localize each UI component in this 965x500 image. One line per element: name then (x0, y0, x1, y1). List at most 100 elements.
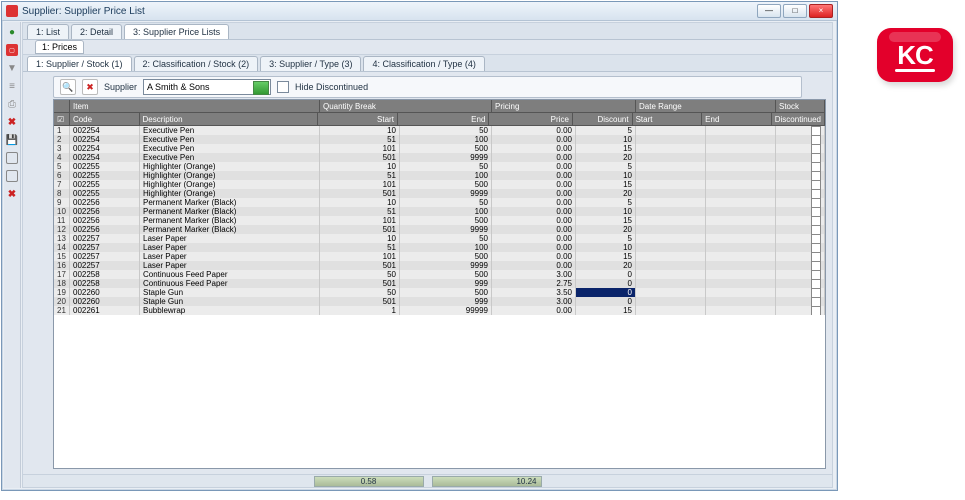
cell-discontinued[interactable] (776, 288, 825, 297)
discontinued-checkbox[interactable] (811, 126, 821, 135)
discontinued-checkbox[interactable] (811, 207, 821, 216)
cell-discount[interactable]: 0 (576, 270, 636, 279)
discontinued-checkbox[interactable] (811, 288, 821, 297)
table-row[interactable]: 21002261Bubblewrap1999990.0015 (54, 306, 825, 315)
cell-discontinued[interactable] (776, 153, 825, 162)
table-row[interactable]: 2002254Executive Pen511000.0010 (54, 135, 825, 144)
cell-discount[interactable]: 10 (576, 171, 636, 180)
tab-price-lists[interactable]: 3: Supplier Price Lists (124, 24, 229, 39)
table-row[interactable]: 3002254Executive Pen1015000.0015 (54, 144, 825, 153)
cell-discontinued[interactable] (776, 126, 825, 135)
cell-discontinued[interactable] (776, 216, 825, 225)
print-icon[interactable]: ⎙ (6, 98, 18, 110)
cancel-icon[interactable]: ✖ (6, 188, 18, 200)
pdf-icon[interactable]: ▢ (6, 44, 18, 56)
find-icon[interactable]: 🔍 (60, 79, 76, 95)
cell-discount[interactable]: 10 (576, 243, 636, 252)
funnel-icon[interactable]: ▼ (6, 62, 18, 74)
cell-discount[interactable]: 0 (576, 279, 636, 288)
cell-discount[interactable]: 10 (576, 207, 636, 216)
cell-discontinued[interactable] (776, 279, 825, 288)
table-row[interactable]: 11002256Permanent Marker (Black)1015000.… (54, 216, 825, 225)
tab-detail[interactable]: 2: Detail (71, 24, 122, 39)
discontinued-checkbox[interactable] (811, 198, 821, 207)
discontinued-checkbox[interactable] (811, 216, 821, 225)
cell-discount[interactable]: 15 (576, 252, 636, 261)
table-row[interactable]: 5002255Highlighter (Orange)10500.005 (54, 162, 825, 171)
table-row[interactable]: 8002255Highlighter (Orange)50199990.0020 (54, 189, 825, 198)
delete-icon[interactable]: ✖ (6, 116, 18, 128)
cell-discount[interactable]: 0 (576, 288, 636, 297)
cell-discontinued[interactable] (776, 207, 825, 216)
cell-discount[interactable]: 10 (576, 135, 636, 144)
cell-discontinued[interactable] (776, 297, 825, 306)
cell-discount[interactable]: 15 (576, 306, 636, 315)
add-icon[interactable]: ● (6, 26, 18, 38)
table-row[interactable]: 10002256Permanent Marker (Black)511000.0… (54, 207, 825, 216)
cell-discontinued[interactable] (776, 135, 825, 144)
table-row[interactable]: 6002255Highlighter (Orange)511000.0010 (54, 171, 825, 180)
cell-discontinued[interactable] (776, 198, 825, 207)
discontinued-checkbox[interactable] (811, 162, 821, 171)
table-row[interactable]: 4002254Executive Pen50199990.0020 (54, 153, 825, 162)
table-row[interactable]: 12002256Permanent Marker (Black)50199990… (54, 225, 825, 234)
cell-discontinued[interactable] (776, 261, 825, 270)
cell-discontinued[interactable] (776, 189, 825, 198)
minimize-button[interactable]: — (757, 4, 781, 18)
discontinued-checkbox[interactable] (811, 243, 821, 252)
cell-discount[interactable]: 15 (576, 216, 636, 225)
cell-discount[interactable]: 5 (576, 198, 636, 207)
table-row[interactable]: 19002260Staple Gun505003.500 (54, 288, 825, 297)
cell-discontinued[interactable] (776, 162, 825, 171)
cell-discontinued[interactable] (776, 234, 825, 243)
table-row[interactable]: 20002260Staple Gun5019993.000 (54, 297, 825, 306)
clear-icon[interactable]: ✖ (82, 79, 98, 95)
misc2-icon[interactable] (6, 170, 18, 182)
cell-discontinued[interactable] (776, 144, 825, 153)
cell-discount[interactable]: 0 (576, 297, 636, 306)
subtab-prices[interactable]: 1: Prices (35, 40, 84, 54)
cell-discontinued[interactable] (776, 252, 825, 261)
close-button[interactable]: × (809, 4, 833, 18)
discontinued-checkbox[interactable] (811, 270, 821, 279)
hide-disc-checkbox[interactable] (277, 81, 289, 93)
table-row[interactable]: 13002257Laser Paper10500.005 (54, 234, 825, 243)
table-row[interactable]: 7002255Highlighter (Orange)1015000.0015 (54, 180, 825, 189)
cell-discount[interactable]: 15 (576, 144, 636, 153)
table-row[interactable]: 14002257Laser Paper511000.0010 (54, 243, 825, 252)
discontinued-checkbox[interactable] (811, 279, 821, 288)
cell-discontinued[interactable] (776, 306, 825, 315)
table-row[interactable]: 16002257Laser Paper50199990.0020 (54, 261, 825, 270)
discontinued-checkbox[interactable] (811, 297, 821, 306)
cell-discount[interactable]: 20 (576, 153, 636, 162)
discontinued-checkbox[interactable] (811, 189, 821, 198)
table-row[interactable]: 15002257Laser Paper1015000.0015 (54, 252, 825, 261)
sort-icon[interactable]: ≡ (6, 80, 18, 92)
discontinued-checkbox[interactable] (811, 306, 821, 315)
discontinued-checkbox[interactable] (811, 261, 821, 270)
table-row[interactable]: 18002258Continuous Feed Paper5019992.750 (54, 279, 825, 288)
cell-discontinued[interactable] (776, 171, 825, 180)
cell-discontinued[interactable] (776, 270, 825, 279)
viewtab-class-stock[interactable]: 2: Classification / Stock (2) (134, 56, 259, 71)
price-grid[interactable]: Item Quantity Break Pricing Date Range S… (53, 99, 826, 469)
cell-discontinued[interactable] (776, 225, 825, 234)
table-row[interactable]: 17002258Continuous Feed Paper505003.000 (54, 270, 825, 279)
discontinued-checkbox[interactable] (811, 135, 821, 144)
supplier-combo[interactable]: A Smith & Sons (143, 79, 271, 95)
discontinued-checkbox[interactable] (811, 144, 821, 153)
misc1-icon[interactable] (6, 152, 18, 164)
cell-discount[interactable]: 20 (576, 261, 636, 270)
grid-body[interactable]: 1002254Executive Pen10500.0052002254Exec… (54, 126, 825, 315)
discontinued-checkbox[interactable] (811, 153, 821, 162)
discontinued-checkbox[interactable] (811, 252, 821, 261)
viewtab-class-type[interactable]: 4: Classification / Type (4) (363, 56, 484, 71)
cell-discount[interactable]: 20 (576, 225, 636, 234)
cell-discontinued[interactable] (776, 243, 825, 252)
cell-discount[interactable]: 20 (576, 189, 636, 198)
discontinued-checkbox[interactable] (811, 171, 821, 180)
maximize-button[interactable]: □ (783, 4, 807, 18)
viewtab-supplier-type[interactable]: 3: Supplier / Type (3) (260, 56, 361, 71)
table-row[interactable]: 1002254Executive Pen10500.005 (54, 126, 825, 135)
discontinued-checkbox[interactable] (811, 225, 821, 234)
